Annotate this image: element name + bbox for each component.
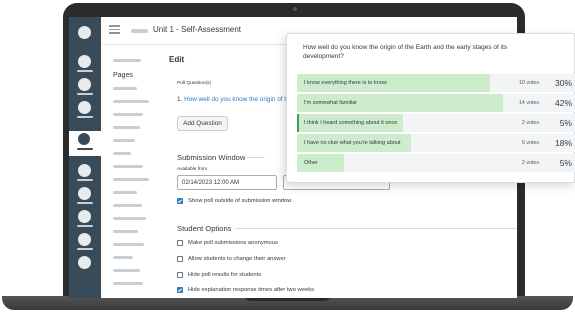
course-nav-item[interactable] [113,269,140,272]
course-nav-item[interactable] [113,87,137,90]
poll-answer-votes: 14 votes [518,99,539,106]
poll-answer-row: I know everything there is to know 10 vo… [297,74,575,92]
course-nav-pages[interactable]: Pages [113,72,133,79]
course-nav-item[interactable] [113,178,149,181]
poll-answer-percent: 5% [559,117,572,128]
poll-answer-label: Other [304,159,318,166]
nav-item-icon[interactable] [78,101,91,114]
course-nav-item[interactable] [113,204,142,207]
hamburger-menu-icon[interactable] [109,25,120,36]
poll-answer-votes: 6 votes [521,139,539,146]
nav-item-icon[interactable] [78,233,91,246]
poll-answer-row: I'm somewhat familiar 14 votes 42% [297,94,575,112]
poll-answer-votes: 10 votes [518,79,539,86]
submission-window-title: Submission Window [177,153,246,162]
page-title: Edit [169,55,185,64]
nav-item-icon[interactable] [78,256,91,269]
poll-answer-row-selected: I think I heard something about it once … [297,114,575,132]
poll-answer-label: I think I heard something about it once [304,119,398,126]
global-nav [69,17,101,298]
show-outside-window-row[interactable]: Show poll outside of submission window [177,198,291,204]
available-from-input[interactable]: 02/14/2023 12:00 AM [177,175,277,190]
selected-answer-marker [297,114,299,132]
course-nav-item[interactable] [113,243,144,246]
option-hide-results-checkbox[interactable] [177,272,183,278]
option-anonymous-row[interactable]: Make poll submissions anonymous [177,240,278,246]
add-question-button[interactable]: Add Question [177,116,228,131]
nav-item-bar [77,93,93,95]
poll-answer-row: Other 2 votes 5% [297,154,575,172]
breadcrumb-course[interactable] [131,29,148,33]
poll-answer-votes: 2 votes [521,119,539,126]
course-nav-item[interactable] [113,217,146,220]
nav-item-icon[interactable] [78,78,91,91]
nav-item-icon[interactable] [78,55,91,68]
question-number: 1. [177,96,183,103]
option-hide-explanation-label: Hide explanation response times after tw… [188,287,314,293]
course-nav-item[interactable] [113,152,131,155]
option-hide-explanation-checkbox[interactable] [177,287,183,293]
nav-item-bar [77,179,93,181]
course-nav-item[interactable] [113,256,133,259]
nav-item-bar [77,225,93,227]
nav-item-active[interactable] [69,131,101,156]
nav-active-icon [78,133,90,145]
option-anonymous-checkbox[interactable] [177,240,183,246]
course-nav-item[interactable] [113,282,143,285]
option-change-answer-row[interactable]: Allow students to change their answer [177,256,286,262]
nav-item-icon[interactable] [78,187,91,200]
course-nav-item[interactable] [113,59,141,62]
poll-answer-percent: 30% [554,77,572,88]
poll-answer-percent: 42% [554,97,572,108]
poll-answer-percent: 18% [554,137,572,148]
nav-item-bar [77,248,93,250]
poll-answer-label: I know everything there is to know [304,79,387,86]
option-hide-explanation-row[interactable]: Hide explanation response times after tw… [177,287,314,293]
poll-answer-votes: 2 votes [521,159,539,166]
section-rule [235,228,517,229]
course-nav-item[interactable] [113,191,137,194]
camera-dot [293,7,297,11]
nav-active-bar [77,148,93,150]
option-change-answer-label: Allow students to change their answer [188,256,286,262]
option-hide-results-label: Hide poll results for students [188,272,262,278]
course-nav-item[interactable] [113,139,135,142]
question-item[interactable]: 1. How well do you know the origin of t [177,96,286,103]
nav-item-bar [77,116,93,118]
question-link[interactable]: How well do you know the origin of t [184,96,286,103]
course-nav-item[interactable] [113,100,149,103]
nav-item-bar [77,202,93,204]
course-nav-item[interactable] [113,126,140,129]
course-nav-item[interactable] [113,165,143,168]
poll-results-card: How well do you know the origin of the E… [286,33,575,183]
option-anonymous-label: Make poll submissions anonymous [188,240,278,246]
poll-questions-label: Poll Question(s) [177,81,212,86]
student-options-title: Student Options [177,224,232,233]
nav-item-icon[interactable] [78,210,91,223]
nav-item-icon[interactable] [78,164,91,177]
available-from-label: Available from [177,167,208,172]
poll-answer-row: I have no clue what you're talking about… [297,134,575,152]
option-change-answer-checkbox[interactable] [177,256,183,262]
show-outside-window-label: Show poll outside of submission window [188,198,292,204]
poll-results-question: How well do you know the origin of the E… [303,44,508,60]
breadcrumb: Unit 1 - Self-Assessment [153,25,242,34]
nav-logo-icon[interactable] [78,26,91,39]
poll-answer-label: I'm somewhat familiar [304,99,358,106]
section-rule [247,157,265,158]
show-outside-window-checkbox[interactable] [177,198,183,204]
option-hide-results-row[interactable]: Hide poll results for students [177,272,261,278]
course-nav-item[interactable] [113,113,143,116]
nav-item-bar [77,70,93,72]
poll-answer-percent: 5% [559,157,572,168]
course-nav-item[interactable] [113,230,138,233]
poll-answer-label: I have no clue what you're talking about [304,139,401,146]
